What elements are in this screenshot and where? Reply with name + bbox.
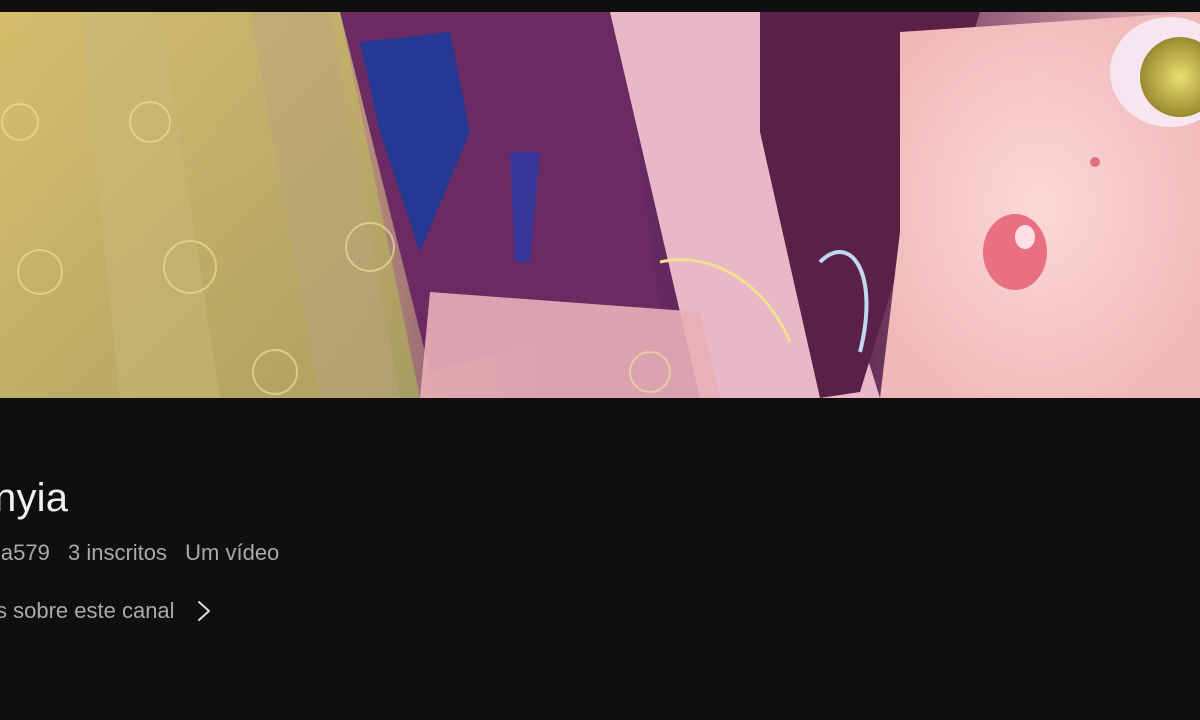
subscriber-count: 3 inscritos <box>67 540 168 565</box>
chevron-right-icon <box>195 600 213 622</box>
about-channel-label: s sobre este canal <box>0 598 175 623</box>
about-channel-link[interactable]: s sobre este canal <box>0 598 213 624</box>
channel-name: nyia <box>0 476 69 520</box>
channel-meta: ia579 3 inscritos Um vídeo <box>0 540 291 566</box>
channel-banner <box>0 12 1200 398</box>
top-bar <box>0 0 1200 12</box>
channel-handle: ia579 <box>0 540 50 565</box>
banner-artwork <box>0 12 1200 398</box>
video-count: Um vídeo <box>185 540 280 565</box>
